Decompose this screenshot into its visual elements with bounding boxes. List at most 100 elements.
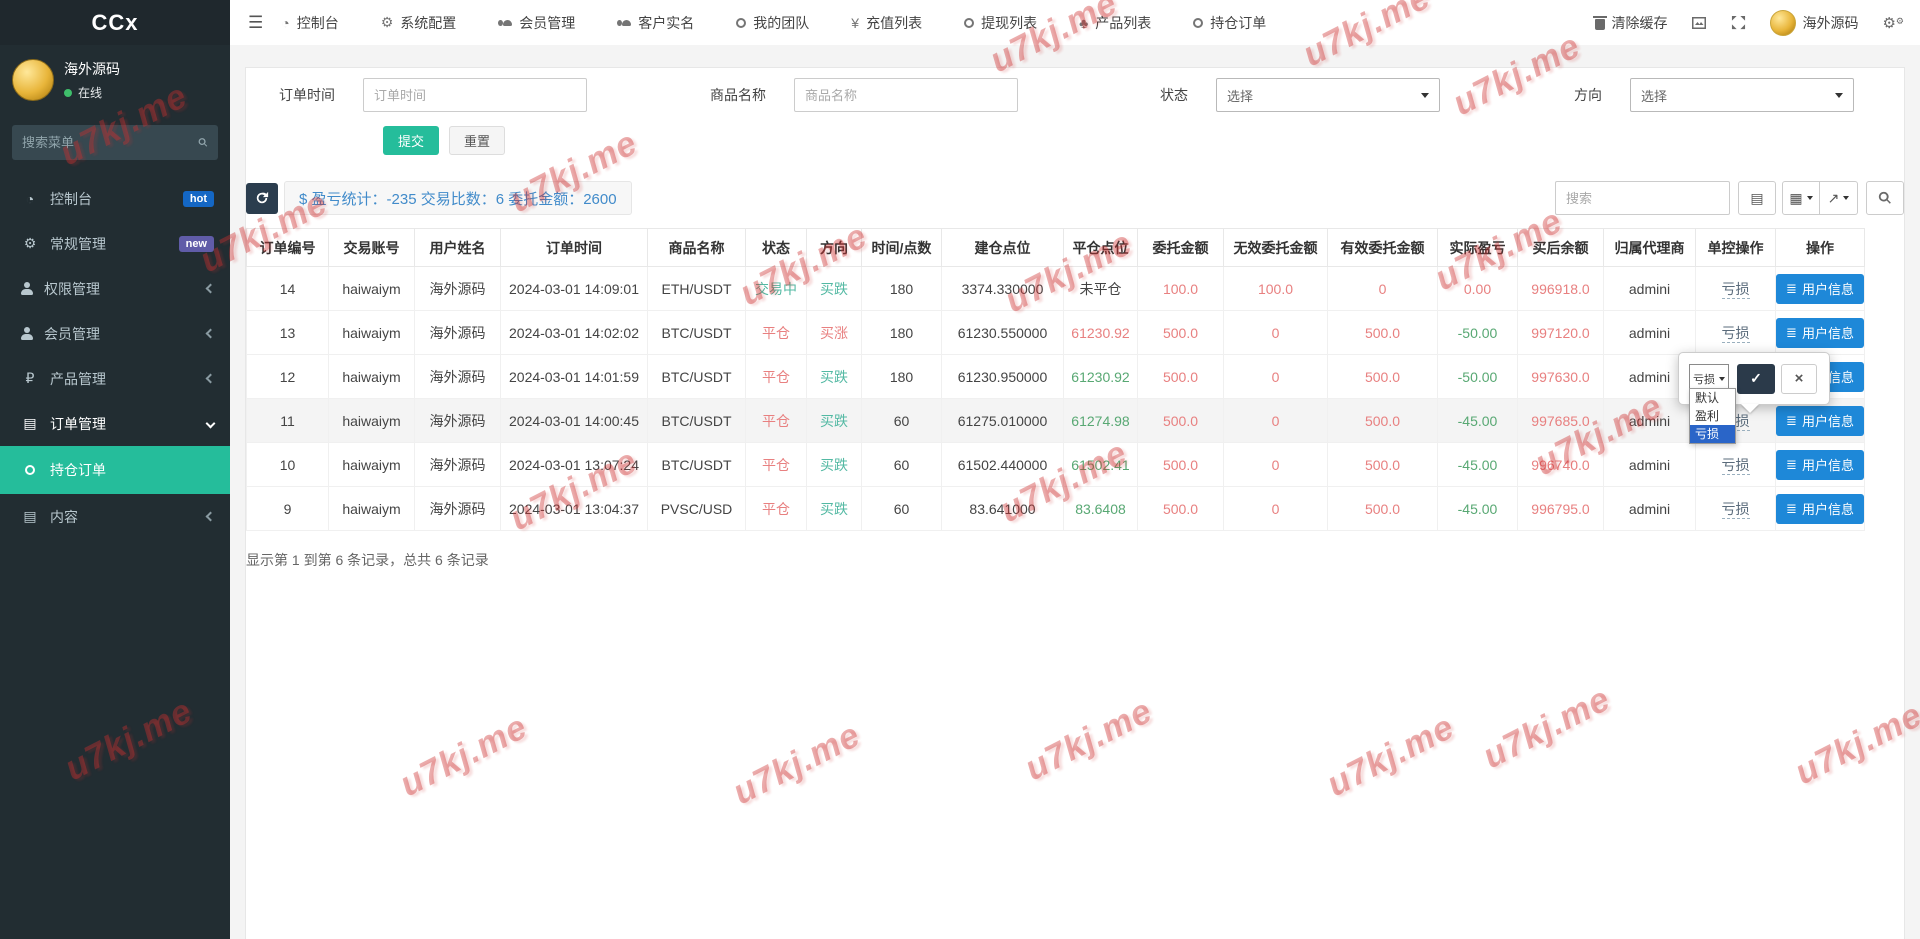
filter-direction: 方向 选择 xyxy=(1574,78,1854,112)
columns-button[interactable]: ▦ xyxy=(1782,181,1820,215)
cell-valid: 0 xyxy=(1328,267,1438,311)
sidebar-item-产品管理[interactable]: ₽产品管理 xyxy=(0,356,230,401)
product-name-input[interactable] xyxy=(794,78,1018,112)
fullscreen-button[interactable] xyxy=(1731,15,1746,30)
nav-item-label: 系统配置 xyxy=(400,13,456,33)
sidebar-item-常规管理[interactable]: ⚙常规管理new xyxy=(0,221,230,266)
sidebar-item-label: 订单管理 xyxy=(50,414,207,434)
sidebar-search-input[interactable] xyxy=(22,135,198,150)
nav-item-客户实名[interactable]: 客户实名 xyxy=(617,13,694,33)
confirm-button[interactable]: ✓ xyxy=(1737,364,1775,394)
language-image-button[interactable] xyxy=(1691,16,1707,30)
sidebar-item-会员管理[interactable]: 会员管理 xyxy=(0,311,230,356)
dropdown-option-盈利[interactable]: 盈利 xyxy=(1690,407,1735,425)
caret-down-icon xyxy=(1421,93,1429,98)
user-info-button[interactable]: ≣用户信息 xyxy=(1776,274,1864,304)
user-info-button[interactable]: ≣用户信息 xyxy=(1776,318,1864,348)
cell-direction: 买跌 xyxy=(807,443,862,487)
navbar-user[interactable]: 海外源码 xyxy=(1770,10,1858,36)
control-edit-link[interactable]: 亏损 xyxy=(1722,325,1750,343)
nav-item-产品列表[interactable]: ♣产品列表 xyxy=(1079,13,1151,33)
nav-item-提现列表[interactable]: 提现列表 xyxy=(964,13,1037,33)
hamburger-icon[interactable]: ☰ xyxy=(230,13,281,33)
table-search-input[interactable] xyxy=(1555,181,1730,215)
cell-action: ≣用户信息 xyxy=(1776,399,1865,443)
cell-close: 61274.98 xyxy=(1064,399,1138,443)
order-time-input[interactable] xyxy=(363,78,587,112)
cell-balance: 996740.0 xyxy=(1518,443,1604,487)
nav-item-系统配置[interactable]: ⚙系统配置 xyxy=(381,13,457,33)
sidebar-item-权限管理[interactable]: 权限管理 xyxy=(0,266,230,311)
nav-item-持仓订单[interactable]: 持仓订单 xyxy=(1193,13,1266,33)
list-view-icon: ▤ xyxy=(1750,190,1763,207)
table-row: 13haiwaiym海外源码2024-03-01 14:02:02BTC/USD… xyxy=(247,311,1865,355)
sidebar-item-订单管理[interactable]: ▤订单管理 xyxy=(0,401,230,446)
circle-icon xyxy=(1193,18,1203,28)
column-header-操作: 操作 xyxy=(1776,229,1865,267)
badge-hot: hot xyxy=(183,191,214,207)
search-button[interactable] xyxy=(1866,181,1904,215)
submit-button[interactable]: 提交 xyxy=(383,126,439,155)
user-circle-icon xyxy=(20,327,34,340)
profit-stats: $ 盈亏统计：-235 交易比数：6 委托金额：2600 xyxy=(284,181,632,215)
orders-table: 订单编号交易账号用户姓名订单时间商品名称状态方向时间/点数建仓点位平仓点位委托金… xyxy=(246,228,1865,531)
cell-agent: admini xyxy=(1604,399,1696,443)
image-icon xyxy=(1691,16,1707,30)
cell-product: BTC/USDT xyxy=(648,399,746,443)
cell-agent: admini xyxy=(1604,487,1696,531)
cell-name: 海外源码 xyxy=(415,355,501,399)
user-info-label: 用户信息 xyxy=(1802,323,1854,342)
table-row: 11haiwaiym海外源码2024-03-01 14:00:45BTC/USD… xyxy=(247,399,1865,443)
cell-invalid: 100.0 xyxy=(1224,267,1328,311)
sidebar-item-控制台[interactable]: ◔控制台hot xyxy=(0,176,230,221)
settings-button[interactable]: ⚙⚙ xyxy=(1882,14,1904,32)
control-edit-link[interactable]: 亏损 xyxy=(1722,457,1750,475)
refresh-button[interactable] xyxy=(246,183,278,214)
cell-name: 海外源码 xyxy=(415,399,501,443)
cell-period: 180 xyxy=(862,311,942,355)
column-header-交易账号: 交易账号 xyxy=(329,229,415,267)
cell-profit: -45.00 xyxy=(1438,487,1518,531)
sidebar-menu: ◔控制台hot⚙常规管理new 权限管理会员管理₽产品管理▤订单管理持仓订单▤内容 xyxy=(0,176,230,539)
control-edit-link[interactable]: 亏损 xyxy=(1722,281,1750,299)
column-header-用户姓名: 用户姓名 xyxy=(415,229,501,267)
dropdown-option-默认[interactable]: 默认 xyxy=(1690,389,1735,407)
sidebar-item-内容[interactable]: ▤内容 xyxy=(0,494,230,539)
user-info-button[interactable]: ≣用户信息 xyxy=(1776,494,1864,524)
cell-invalid: 0 xyxy=(1224,311,1328,355)
sidebar-item-持仓订单[interactable]: 持仓订单 xyxy=(0,446,230,494)
cell-invalid: 0 xyxy=(1224,487,1328,531)
clear-cache-button[interactable]: 清除缓存 xyxy=(1595,13,1667,33)
ruble-icon: ₽ xyxy=(20,370,40,387)
control-edit-link[interactable]: 亏损 xyxy=(1722,501,1750,519)
cell-direction: 买跌 xyxy=(807,355,862,399)
cell-id: 10 xyxy=(247,443,329,487)
cell-valid: 500.0 xyxy=(1328,487,1438,531)
cancel-button[interactable]: × xyxy=(1781,364,1817,394)
navbar-menu: ◔控制台 ⚙系统配置 会员管理 客户实名 我的团队 ¥充值列表 提现列表 ♣产品列表 持仓订单 xyxy=(281,13,1595,33)
direction-select[interactable]: 选择 xyxy=(1630,78,1854,112)
detail-view-button[interactable]: ▤ xyxy=(1738,181,1776,215)
export-button[interactable]: ↗ xyxy=(1820,181,1858,215)
refresh-icon xyxy=(255,191,269,205)
user-icon xyxy=(498,19,512,26)
status-select[interactable]: 选择 xyxy=(1216,78,1440,112)
cell-profit: 0.00 xyxy=(1438,267,1518,311)
online-dot-icon xyxy=(64,89,72,97)
user-info-button[interactable]: ≣用户信息 xyxy=(1776,450,1864,480)
cell-balance: 997685.0 xyxy=(1518,399,1604,443)
sidebar-item-label: 权限管理 xyxy=(44,279,207,299)
nav-item-充值列表[interactable]: ¥充值列表 xyxy=(851,13,922,33)
cell-status: 平仓 xyxy=(746,487,807,531)
user-info-button[interactable]: ≣用户信息 xyxy=(1776,406,1864,436)
cell-amount: 500.0 xyxy=(1138,355,1224,399)
cell-control: 亏损 xyxy=(1696,487,1776,531)
nav-item-我的团队[interactable]: 我的团队 xyxy=(736,13,809,33)
dropdown-option-亏损[interactable]: 亏损 xyxy=(1690,425,1735,443)
nav-item-控制台[interactable]: ◔控制台 xyxy=(281,13,338,33)
circle-icon xyxy=(20,462,40,478)
cell-status: 平仓 xyxy=(746,355,807,399)
reset-button[interactable]: 重置 xyxy=(449,126,505,155)
nav-item-会员管理[interactable]: 会员管理 xyxy=(498,13,575,33)
cell-balance: 996918.0 xyxy=(1518,267,1604,311)
